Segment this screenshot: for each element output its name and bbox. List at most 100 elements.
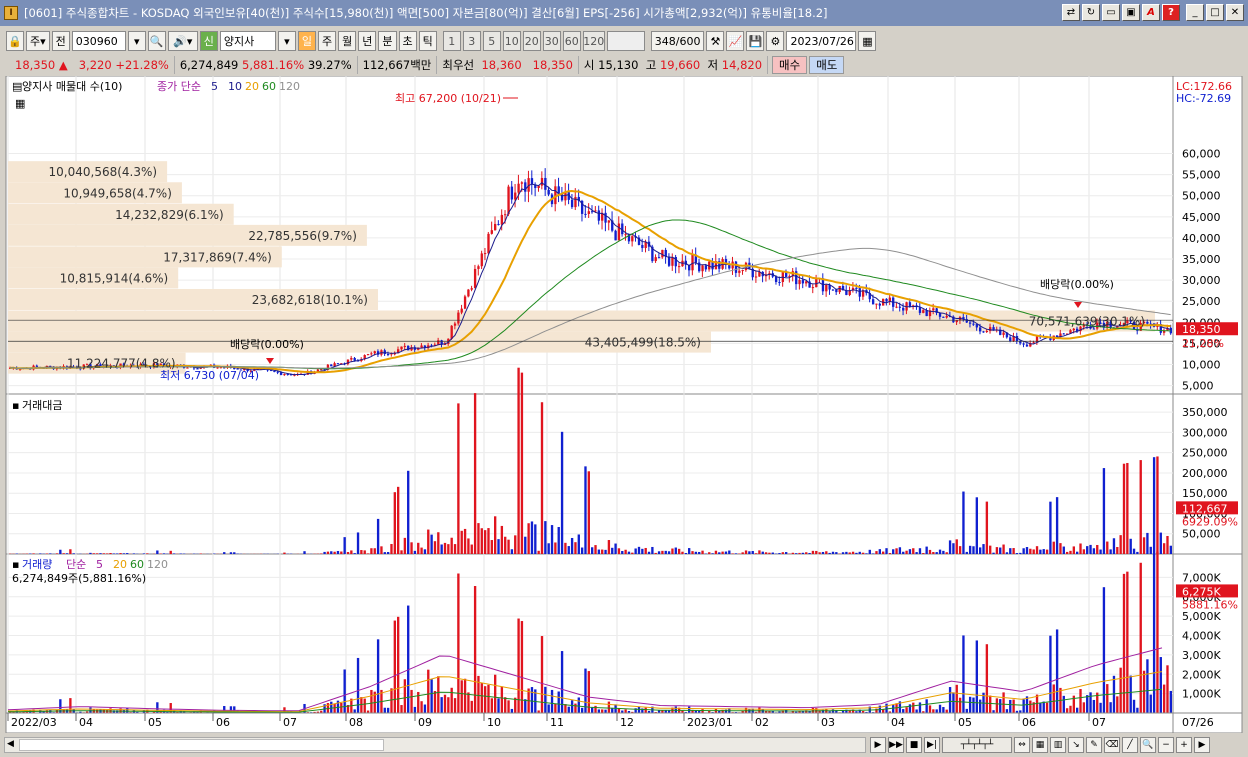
code-dropdown-icon[interactable]: ▾ (127, 31, 146, 51)
count-field[interactable]: 348/600 (650, 31, 705, 51)
code-input[interactable]: 030960 (71, 31, 126, 51)
candle (982, 331, 985, 333)
interval-1[interactable]: 1 (442, 31, 461, 51)
grid-icon[interactable]: ▦ (1032, 737, 1048, 753)
period-month[interactable]: 월 (338, 31, 357, 51)
candle (487, 233, 490, 254)
x-tick-label: 03 (821, 716, 835, 729)
candle (1025, 344, 1029, 347)
buy-button[interactable]: 매수 (772, 56, 808, 74)
price-legend-name: 양지사 매물대 수(10) (22, 80, 122, 93)
link-icon[interactable]: ⇄ (1062, 4, 1080, 21)
type-select[interactable]: 주 ▾ (26, 31, 50, 51)
help-icon[interactable]: ? (1162, 4, 1180, 21)
scroll-thumb[interactable] (19, 739, 384, 751)
amount-bar (1032, 549, 1035, 554)
volume-sub-label: 6,274,849주(5,881.16%) (12, 572, 146, 585)
stop-icon[interactable]: ■ (906, 737, 922, 753)
amount-bar (597, 549, 601, 554)
horizontal-scrollbar[interactable]: ◀ (4, 737, 866, 753)
scroll-left-icon[interactable]: ◀ (7, 739, 14, 749)
eraser-icon[interactable]: ⌫ (1104, 737, 1120, 753)
plus-icon[interactable]: + (1176, 737, 1192, 753)
volume-bar (353, 709, 356, 713)
minus-icon[interactable]: − (1158, 737, 1174, 753)
speaker-icon[interactable]: 🔊▾ (167, 31, 198, 51)
line-tool-icon[interactable]: ╱ (1122, 737, 1138, 753)
amount-bar (758, 550, 761, 554)
amount-bar (611, 547, 614, 554)
amount-bar (644, 547, 647, 554)
amount-bar (494, 516, 497, 554)
interval-60[interactable]: 60 (562, 31, 581, 51)
settings-icon[interactable]: ⚙ (766, 31, 785, 51)
amount-current-label: 112,667 (1182, 502, 1228, 515)
amount-bar (470, 544, 473, 554)
period-week[interactable]: 주 (318, 31, 337, 51)
screen-icon[interactable]: ▣ (1122, 4, 1140, 21)
volume-bar (390, 688, 393, 713)
amount-bar (1089, 544, 1092, 554)
interval-10[interactable]: 10 (502, 31, 521, 51)
volume-legend-period: 20 (113, 558, 127, 571)
name-dropdown-icon[interactable]: ▾ (277, 31, 296, 51)
play-icon[interactable]: ▶ (870, 737, 886, 753)
interval-20[interactable]: 20 (522, 31, 541, 51)
period-second[interactable]: 초 (398, 31, 417, 51)
zoom-slider[interactable]: ┬┴┬┴┬┴ (942, 737, 1012, 753)
lock-icon[interactable]: 🔒 (6, 31, 24, 51)
period-minute[interactable]: 분 (378, 31, 397, 51)
period-year[interactable]: 년 (358, 31, 377, 51)
count-total: /600 (675, 34, 701, 48)
window-icon[interactable]: ▭ (1102, 4, 1120, 21)
candle (420, 345, 423, 348)
candle (483, 253, 487, 255)
custom-interval-input[interactable] (606, 31, 645, 51)
maximize-icon[interactable]: □ (1206, 4, 1224, 21)
ohl-info: 시 15,130 고 19,660 저 14,820 (579, 56, 769, 74)
amount-bar (72, 553, 75, 554)
calendar-icon[interactable]: ▦ (858, 31, 877, 51)
prev-button[interactable]: 전 (51, 31, 70, 51)
end-icon[interactable]: ▶| (924, 737, 940, 753)
interval-5[interactable]: 5 (482, 31, 501, 51)
volume-bar (908, 704, 912, 713)
candle (942, 316, 945, 318)
amount-bar (1035, 546, 1039, 554)
search-icon[interactable]: 🔍 (147, 31, 166, 51)
candle (1062, 333, 1065, 335)
amount-bar (333, 551, 336, 554)
draw-icon[interactable]: ↘ (1068, 737, 1084, 753)
sell-button[interactable]: 매도 (809, 56, 845, 74)
period-tick[interactable]: 틱 (418, 31, 437, 51)
compare-icon[interactable]: ▥ (1050, 737, 1066, 753)
stock-name-field[interactable]: 양지사 (219, 31, 276, 51)
chart-area[interactable]: 60,00055,00050,00045,00040,00035,00030,0… (0, 76, 1248, 733)
tool-icon[interactable]: ⚒ (706, 31, 725, 51)
amount-bar (641, 548, 644, 554)
minimize-icon[interactable]: _ (1186, 4, 1204, 21)
fit-icon[interactable]: ⇔ (1014, 737, 1030, 753)
period-day[interactable]: 일 (297, 31, 317, 51)
scroll-right-icon[interactable]: ▶ (1194, 737, 1210, 753)
amount-bar (748, 551, 751, 554)
save-icon[interactable]: 💾 (746, 31, 765, 51)
amount-bar (1166, 535, 1169, 554)
date-field[interactable]: 2023/07/26 (786, 31, 857, 51)
x-tick-label: 04 (79, 716, 93, 729)
volume-bar (433, 691, 437, 713)
refresh-icon[interactable]: ↻ (1082, 4, 1100, 21)
interval-3[interactable]: 3 (462, 31, 481, 51)
amount-bar (417, 542, 420, 554)
interval-120[interactable]: 120 (582, 31, 605, 51)
pen-icon[interactable]: ✎ (1086, 737, 1102, 753)
chart-type-icon[interactable]: 📈 (726, 31, 745, 51)
zoom-in-icon[interactable]: 🔍 (1140, 737, 1156, 753)
font-icon[interactable]: A (1142, 4, 1160, 21)
fast-forward-icon[interactable]: ▶▶ (888, 737, 904, 753)
volume-bar (1065, 708, 1069, 713)
interval-30[interactable]: 30 (542, 31, 561, 51)
candle (614, 230, 617, 241)
close-icon[interactable]: ✕ (1226, 4, 1244, 21)
amount-bar (728, 550, 731, 554)
